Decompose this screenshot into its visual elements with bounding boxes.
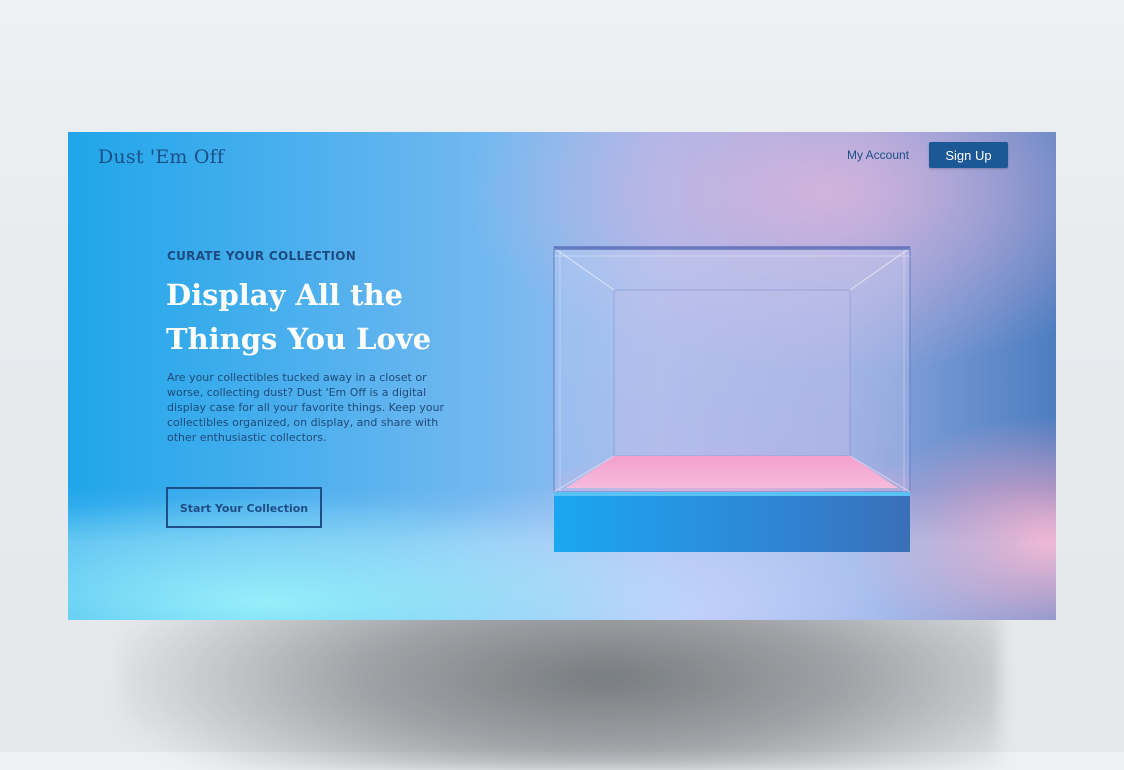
case-glass-front — [553, 247, 911, 493]
display-case-illustration — [552, 246, 912, 552]
hero-banner: Dust 'Em Off My Account Sign Up CURATE Y… — [68, 132, 1056, 620]
hero-eyebrow: CURATE YOUR COLLECTION — [167, 249, 357, 263]
sign-up-button[interactable]: Sign Up — [929, 142, 1008, 168]
my-account-link[interactable]: My Account — [847, 148, 909, 162]
headline-line-2: Things You Love — [166, 322, 432, 356]
case-base-top — [554, 492, 910, 496]
start-collection-button[interactable]: Start Your Collection — [166, 487, 322, 528]
headline-line-1: Display All the — [166, 278, 404, 312]
hero-headline: Display All the Things You Love — [166, 273, 486, 361]
hero-description: Are your collectibles tucked away in a c… — [167, 371, 444, 444]
case-base — [554, 496, 910, 552]
site-logo[interactable]: Dust 'Em Off — [98, 146, 224, 168]
